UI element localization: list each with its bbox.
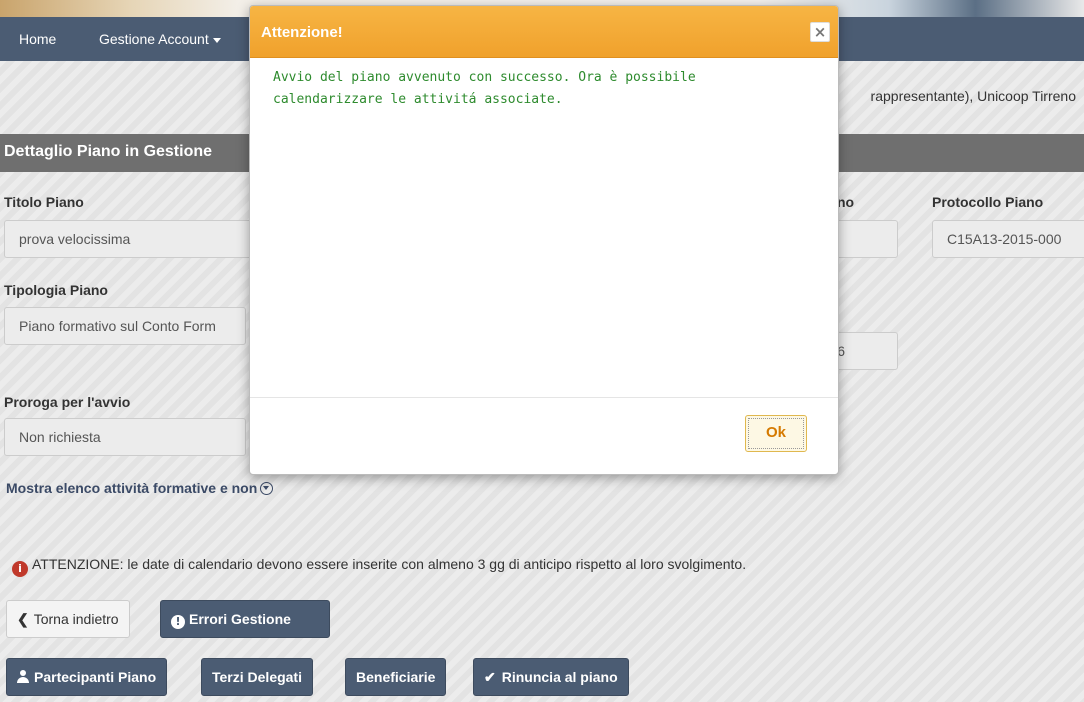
dialog-title: Attenzione! (261, 24, 343, 41)
ok-button[interactable]: Ok (745, 415, 807, 452)
dialog-header: Attenzione! × (250, 6, 838, 58)
alert-dialog: Attenzione! × Avvio del piano avvenuto c… (249, 5, 839, 475)
close-icon[interactable]: × (810, 22, 830, 42)
dialog-message: Avvio del piano avvenuto con successo. O… (273, 70, 696, 107)
modal-backdrop: Attenzione! × Avvio del piano avvenuto c… (0, 0, 1084, 702)
dialog-divider (250, 397, 838, 398)
